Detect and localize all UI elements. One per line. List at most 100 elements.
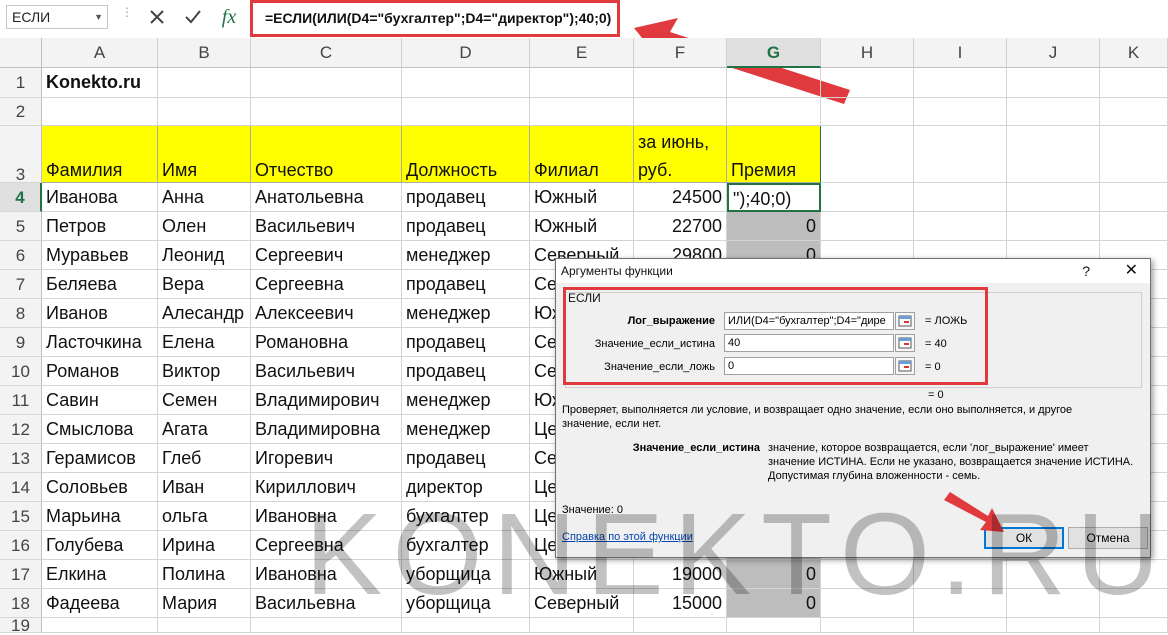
header-cell[interactable]: Фамилия [42, 126, 158, 183]
header-cell[interactable]: Филиал [530, 126, 634, 183]
data-cell[interactable]: Иванов [42, 299, 158, 328]
data-cell[interactable]: Соловьев [42, 473, 158, 502]
data-cell[interactable]: Иванова [42, 183, 158, 212]
cell[interactable] [402, 68, 530, 98]
row-header-2[interactable]: 2 [0, 98, 42, 126]
data-cell[interactable]: продавец [402, 270, 530, 299]
cell[interactable] [1100, 183, 1168, 212]
collapse-dialog-icon[interactable] [895, 357, 915, 375]
arg-input-true[interactable]: 40 [724, 334, 894, 352]
data-cell[interactable]: Мария [158, 589, 251, 618]
header-cell-bonus[interactable]: Премия [727, 126, 821, 183]
cell[interactable] [1007, 98, 1100, 126]
cell[interactable] [1007, 212, 1100, 241]
cell[interactable] [530, 98, 634, 126]
data-cell[interactable]: Южный [530, 183, 634, 212]
data-cell[interactable]: Алексеевич [251, 299, 402, 328]
data-cell[interactable]: Ирина [158, 531, 251, 560]
cell[interactable] [914, 126, 1007, 183]
cell[interactable] [634, 98, 727, 126]
cell[interactable] [914, 183, 1007, 212]
data-cell[interactable]: Виктор [158, 357, 251, 386]
enter-icon[interactable] [180, 4, 206, 30]
data-cell[interactable]: продавец [402, 212, 530, 241]
data-cell[interactable]: Леонид [158, 241, 251, 270]
row-header-14[interactable]: 14 [0, 473, 42, 502]
data-cell[interactable]: Герамисов [42, 444, 158, 473]
data-cell[interactable]: менеджер [402, 299, 530, 328]
cell[interactable] [1100, 126, 1168, 183]
data-cell[interactable]: продавец [402, 357, 530, 386]
row-header-15[interactable]: 15 [0, 502, 42, 531]
cell[interactable] [251, 68, 402, 98]
formula-input[interactable]: =ЕСЛИ(ИЛИ(D4="бухгалтер";D4="директор");… [250, 0, 620, 37]
column-header-a[interactable]: A [42, 38, 158, 68]
cell[interactable] [821, 212, 914, 241]
cell[interactable] [1100, 98, 1168, 126]
cell[interactable] [914, 212, 1007, 241]
data-cell[interactable]: Смыслова [42, 415, 158, 444]
row-header-5[interactable]: 5 [0, 212, 42, 241]
data-cell[interactable]: Вера [158, 270, 251, 299]
data-cell[interactable]: Анна [158, 183, 251, 212]
data-cell[interactable]: Семен [158, 386, 251, 415]
bonus-cell[interactable]: 0 [727, 212, 821, 241]
row-header-7[interactable]: 7 [0, 270, 42, 299]
cell[interactable] [634, 68, 727, 98]
cell[interactable] [821, 183, 914, 212]
column-header-c[interactable]: C [251, 38, 402, 68]
column-header-g[interactable]: G [727, 38, 821, 68]
cell[interactable] [251, 98, 402, 126]
cell[interactable] [1007, 183, 1100, 212]
column-header-k[interactable]: K [1100, 38, 1168, 68]
column-header-h[interactable]: H [821, 38, 914, 68]
header-cell[interactable]: Должность [402, 126, 530, 183]
data-cell[interactable]: Анатольевна [251, 183, 402, 212]
header-cell[interactable]: Имя [158, 126, 251, 183]
data-cell[interactable]: Олен [158, 212, 251, 241]
header-cell[interactable]: Отчество [251, 126, 402, 183]
active-cell-g4[interactable]: ");40;0) [727, 183, 821, 212]
data-cell[interactable]: Агата [158, 415, 251, 444]
chevron-down-icon[interactable]: ▼ [94, 6, 103, 28]
collapse-dialog-icon[interactable] [895, 334, 915, 352]
cell[interactable] [821, 68, 914, 98]
data-cell[interactable]: Васильевич [251, 212, 402, 241]
row-header-11[interactable]: 11 [0, 386, 42, 415]
row-header-4[interactable]: 4 [0, 183, 42, 212]
data-cell[interactable]: Полина [158, 560, 251, 589]
cell[interactable] [821, 126, 914, 183]
row-header-8[interactable]: 8 [0, 299, 42, 328]
cell[interactable] [530, 68, 634, 98]
column-header-e[interactable]: E [530, 38, 634, 68]
cell[interactable] [42, 98, 158, 126]
cell[interactable] [158, 98, 251, 126]
cell[interactable] [727, 68, 821, 98]
data-cell[interactable]: продавец [402, 183, 530, 212]
data-cell[interactable]: Романов [42, 357, 158, 386]
data-cell[interactable]: Глеб [158, 444, 251, 473]
collapse-dialog-icon[interactable] [895, 312, 915, 330]
cell[interactable] [1007, 126, 1100, 183]
column-header-f[interactable]: F [634, 38, 727, 68]
header-cell-salary[interactable]: за июнь, руб. [634, 126, 727, 183]
data-cell[interactable]: менеджер [402, 415, 530, 444]
close-icon[interactable]: ✕ [1125, 259, 1138, 283]
data-cell[interactable]: Сергеевич [251, 241, 402, 270]
data-cell[interactable]: Васильевич [251, 357, 402, 386]
column-header-i[interactable]: I [914, 38, 1007, 68]
cell[interactable] [821, 98, 914, 126]
insert-function-icon[interactable]: fx [216, 4, 242, 30]
data-cell[interactable]: Фадеева [42, 589, 158, 618]
cell[interactable] [1100, 68, 1168, 98]
data-cell[interactable]: Беляева [42, 270, 158, 299]
cell[interactable] [727, 98, 821, 126]
data-cell[interactable]: Владимировна [251, 415, 402, 444]
data-cell[interactable]: ольга [158, 502, 251, 531]
cell[interactable] [914, 68, 1007, 98]
column-header-j[interactable]: J [1007, 38, 1100, 68]
row-header-3[interactable]: 3 [0, 126, 42, 184]
help-icon[interactable]: ? [1082, 259, 1090, 283]
name-box[interactable]: ЕСЛИ ▼ [6, 5, 108, 29]
data-cell[interactable]: менеджер [402, 241, 530, 270]
